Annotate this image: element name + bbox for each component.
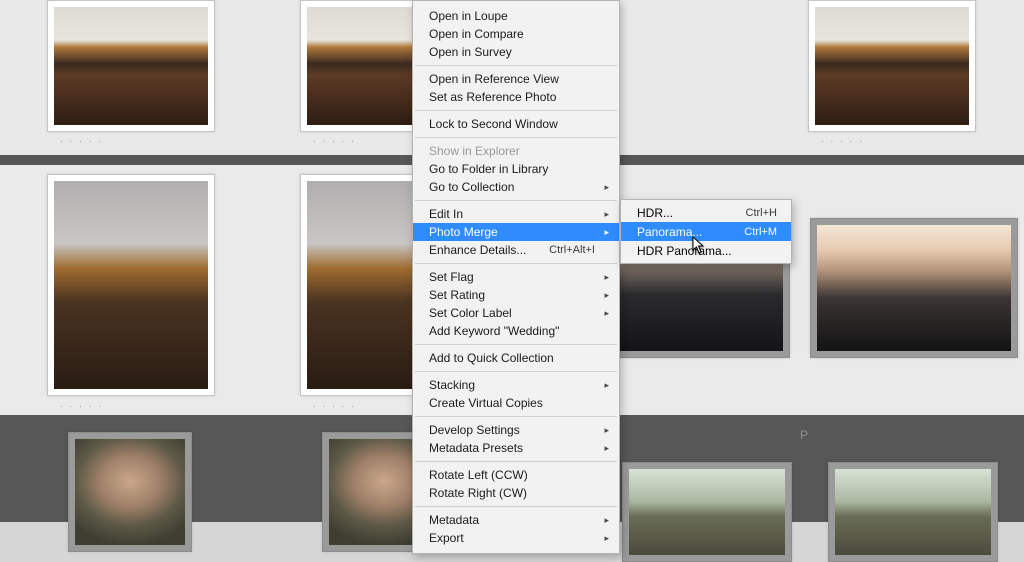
menu-develop-settings[interactable]: Develop Settings▸ [413, 421, 619, 439]
chevron-right-icon: ▸ [604, 425, 609, 436]
chevron-right-icon: ▸ [604, 182, 609, 193]
context-menu: Open in Loupe Open in Compare Open in Su… [412, 0, 620, 554]
menu-virtual-copies[interactable]: Create Virtual Copies [413, 394, 619, 412]
thumbnail[interactable]: . . . . . [47, 0, 215, 132]
chevron-right-icon: ▸ [604, 380, 609, 391]
thumbnail[interactable] [68, 432, 192, 552]
menu-metadata[interactable]: Metadata▸ [413, 511, 619, 529]
submenu-panorama[interactable]: Panorama...Ctrl+M [621, 222, 791, 241]
menu-enhance-details[interactable]: Enhance Details...Ctrl+Alt+I [413, 241, 619, 259]
menu-open-loupe[interactable]: Open in Loupe [413, 7, 619, 25]
chevron-right-icon: ▸ [604, 533, 609, 544]
chevron-right-icon: ▸ [604, 272, 609, 283]
menu-set-flag[interactable]: Set Flag▸ [413, 268, 619, 286]
menu-rotate-left[interactable]: Rotate Left (CCW) [413, 466, 619, 484]
flag-mark: P [800, 428, 808, 442]
menu-add-quick-coll[interactable]: Add to Quick Collection [413, 349, 619, 367]
thumbnail[interactable]: . . . . . [47, 174, 215, 396]
submenu-hdr[interactable]: HDR...Ctrl+H [621, 203, 791, 222]
thumbnail[interactable] [810, 218, 1018, 358]
menu-set-color[interactable]: Set Color Label▸ [413, 304, 619, 322]
menu-open-ref-view[interactable]: Open in Reference View [413, 70, 619, 88]
chevron-right-icon: ▸ [604, 515, 609, 526]
thumbnail[interactable]: . . . . . [808, 0, 976, 132]
chevron-right-icon: ▸ [604, 308, 609, 319]
menu-photo-merge[interactable]: Photo Merge▸ [413, 223, 619, 241]
menu-stacking[interactable]: Stacking▸ [413, 376, 619, 394]
menu-add-keyword[interactable]: Add Keyword "Wedding" [413, 322, 619, 340]
menu-rotate-right[interactable]: Rotate Right (CW) [413, 484, 619, 502]
menu-open-survey[interactable]: Open in Survey [413, 43, 619, 61]
submenu-photo-merge: HDR...Ctrl+H Panorama...Ctrl+M HDR Panor… [620, 199, 792, 264]
menu-go-collection[interactable]: Go to Collection▸ [413, 178, 619, 196]
chevron-right-icon: ▸ [604, 227, 609, 238]
menu-set-ref-photo[interactable]: Set as Reference Photo [413, 88, 619, 106]
thumbnail[interactable] [622, 462, 792, 562]
chevron-right-icon: ▸ [604, 290, 609, 301]
menu-go-folder[interactable]: Go to Folder in Library [413, 160, 619, 178]
menu-edit-in[interactable]: Edit In▸ [413, 205, 619, 223]
submenu-hdr-panorama[interactable]: HDR Panorama... [621, 241, 791, 260]
chevron-right-icon: ▸ [604, 443, 609, 454]
menu-set-rating[interactable]: Set Rating▸ [413, 286, 619, 304]
menu-metadata-presets[interactable]: Metadata Presets▸ [413, 439, 619, 457]
thumbnail[interactable] [828, 462, 998, 562]
menu-export[interactable]: Export▸ [413, 529, 619, 547]
menu-open-compare[interactable]: Open in Compare [413, 25, 619, 43]
menu-lock-second[interactable]: Lock to Second Window [413, 115, 619, 133]
chevron-right-icon: ▸ [604, 209, 609, 220]
menu-show-explorer: Show in Explorer [413, 142, 619, 160]
